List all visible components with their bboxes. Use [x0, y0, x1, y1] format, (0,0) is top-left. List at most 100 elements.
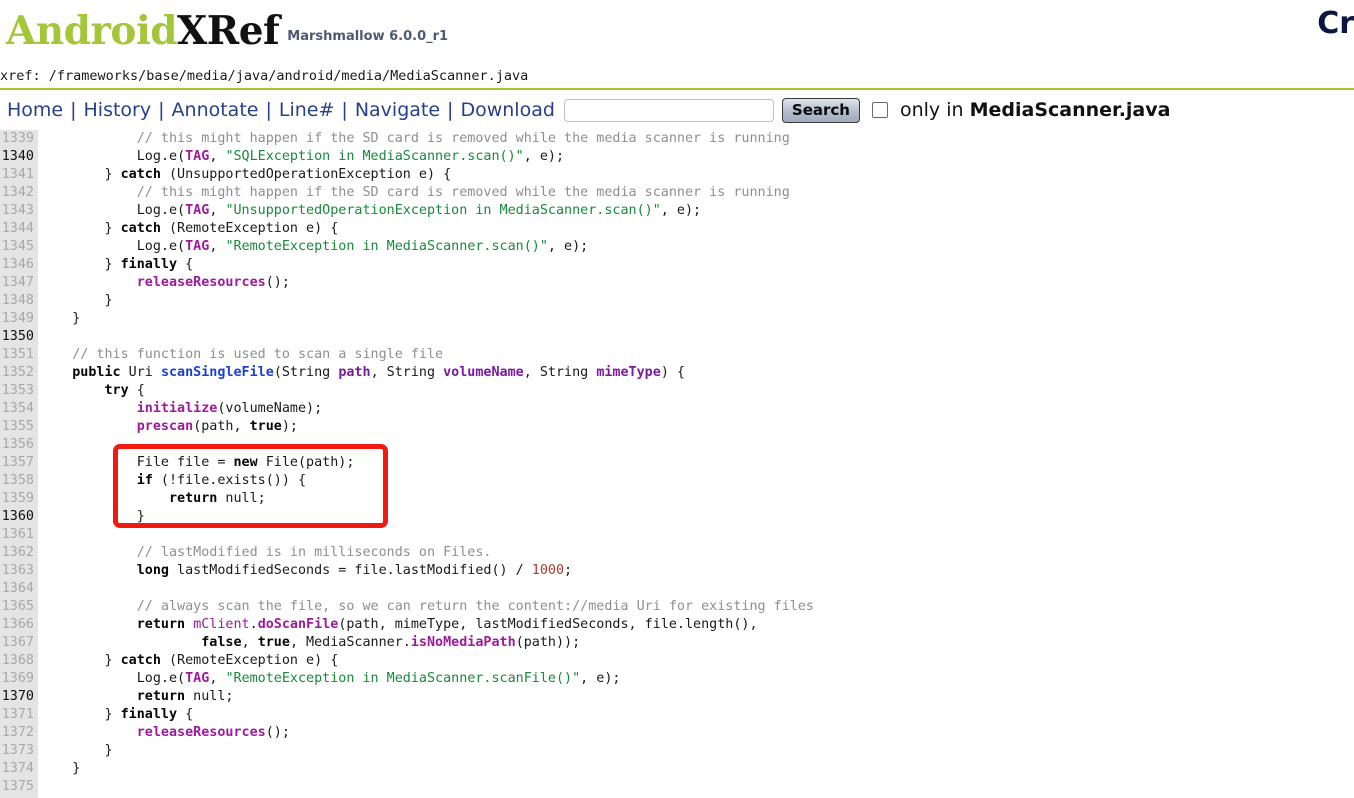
code-token: path	[338, 365, 371, 380]
line-number[interactable]: 1359	[0, 490, 38, 508]
code-token: Log.e(	[136, 239, 186, 254]
code-line: 1346 } finally {	[0, 256, 814, 274]
line-number[interactable]: 1344	[0, 220, 38, 238]
line-number[interactable]: 1339	[0, 130, 38, 148]
line-number[interactable]: 1353	[0, 382, 38, 400]
code-line-text: Log.e(TAG, "SQLException in MediaScanner…	[38, 148, 564, 166]
code-token: return	[136, 689, 186, 704]
nav-link-history[interactable]: History	[83, 99, 153, 121]
line-number[interactable]: 1368	[0, 652, 38, 670]
code-line: 1352 public Uri scanSingleFile(String pa…	[0, 364, 814, 382]
search-button[interactable]: Search	[781, 97, 860, 123]
line-number[interactable]: 1364	[0, 580, 38, 598]
code-line: 1364	[0, 580, 814, 598]
line-number[interactable]: 1342	[0, 184, 38, 202]
line-number[interactable]: 1360	[0, 508, 38, 526]
code-token: ,	[209, 203, 226, 218]
code-line: 1341 } catch (UnsupportedOperationExcept…	[0, 166, 814, 184]
line-number[interactable]: 1347	[0, 274, 38, 292]
line-number[interactable]: 1372	[0, 724, 38, 742]
nav-link-download[interactable]: Download	[459, 99, 555, 121]
code-line-list[interactable]: 1339 // this might happen if the SD card…	[0, 130, 814, 796]
code-token: mClient	[193, 617, 250, 632]
code-token: "SQLException in MediaScanner.scan()"	[225, 149, 524, 164]
code-token: finally	[120, 257, 178, 272]
code-token: {	[177, 707, 194, 722]
line-number[interactable]: 1358	[0, 472, 38, 490]
line-number[interactable]: 1370	[0, 688, 38, 706]
code-token: ,	[209, 239, 226, 254]
breadcrumb[interactable]: xref: /frameworks/base/media/java/androi…	[0, 68, 528, 84]
line-number[interactable]: 1361	[0, 526, 38, 544]
code-line-text: // this might happen if the SD card is r…	[38, 130, 790, 148]
code-token: try	[104, 383, 129, 398]
source-code-viewer: 1339 // this might happen if the SD card…	[0, 130, 1354, 798]
logo-xref-text: XRef	[177, 8, 280, 54]
line-number[interactable]: 1365	[0, 598, 38, 616]
code-token: prescan	[136, 419, 194, 434]
code-token: e	[169, 149, 178, 164]
line-number[interactable]: 1340	[0, 148, 38, 166]
line-number[interactable]: 1356	[0, 436, 38, 454]
code-token: (	[177, 149, 186, 164]
line-number[interactable]: 1362	[0, 544, 38, 562]
only-in-file-checkbox[interactable]	[871, 102, 888, 118]
line-number[interactable]: 1366	[0, 616, 38, 634]
site-logo[interactable]: AndroidXRef Marshmallow 6.0.0_r1	[6, 8, 448, 54]
code-line-text: }	[38, 742, 112, 760]
code-line-text: initialize(volumeName);	[38, 400, 322, 418]
line-number[interactable]: 1351	[0, 346, 38, 364]
code-line: 1340 Log.e(TAG, "SQLException in MediaSc…	[0, 148, 814, 166]
line-number[interactable]: 1355	[0, 418, 38, 436]
code-token: (UnsupportedOperationException e) {	[160, 167, 452, 182]
line-number[interactable]: 1350	[0, 328, 38, 346]
code-line-text: releaseResources();	[38, 724, 290, 742]
nav-link-linenumber[interactable]: Line#	[278, 99, 336, 121]
nav-link-navigate[interactable]: Navigate	[354, 99, 441, 121]
code-line-text: Log.e(TAG, "RemoteException in MediaScan…	[38, 670, 621, 688]
line-number[interactable]: 1345	[0, 238, 38, 256]
line-number[interactable]: 1367	[0, 634, 38, 652]
code-line-text: } catch (RemoteException e) {	[38, 220, 338, 238]
nav-link-home[interactable]: Home	[6, 99, 64, 121]
line-number[interactable]: 1349	[0, 310, 38, 328]
search-input[interactable]	[563, 98, 774, 122]
line-number[interactable]: 1352	[0, 364, 38, 382]
line-number[interactable]: 1374	[0, 760, 38, 778]
code-token: TAG	[185, 239, 210, 254]
line-number[interactable]: 1375	[0, 778, 38, 796]
line-number[interactable]: 1354	[0, 400, 38, 418]
line-number[interactable]: 1343	[0, 202, 38, 220]
code-line-text: // this function is used to scan a singl…	[38, 346, 443, 364]
line-number[interactable]: 1371	[0, 706, 38, 724]
line-number[interactable]: 1348	[0, 292, 38, 310]
code-line: 1375	[0, 778, 814, 796]
line-number[interactable]: 1346	[0, 256, 38, 274]
code-token: , String	[523, 365, 597, 380]
code-token: , MediaScanner.	[289, 635, 411, 650]
line-number[interactable]: 1369	[0, 670, 38, 688]
code-line: 1360 }	[0, 508, 814, 526]
line-number[interactable]: 1373	[0, 742, 38, 760]
code-line-text: public Uri scanSingleFile(String path, S…	[38, 364, 685, 382]
line-number[interactable]: 1363	[0, 562, 38, 580]
code-token: {	[128, 383, 145, 398]
code-line: 1355 prescan(path, true);	[0, 418, 814, 436]
code-line: 1356	[0, 436, 814, 454]
line-number[interactable]: 1341	[0, 166, 38, 184]
code-line-text: return null;	[38, 688, 234, 706]
code-token: {	[177, 257, 194, 272]
code-token: }	[40, 257, 121, 272]
code-token: (path, mimeType, lastModifiedSeconds, fi…	[338, 617, 758, 632]
code-token: ,	[241, 635, 258, 650]
line-number[interactable]: 1357	[0, 454, 38, 472]
code-line-text: prescan(path, true);	[38, 418, 298, 436]
nav-link-annotate[interactable]: Annotate	[171, 99, 260, 121]
code-token: TAG	[185, 149, 210, 164]
code-token: ) {	[660, 365, 685, 380]
code-line-text: releaseResources();	[38, 274, 290, 292]
